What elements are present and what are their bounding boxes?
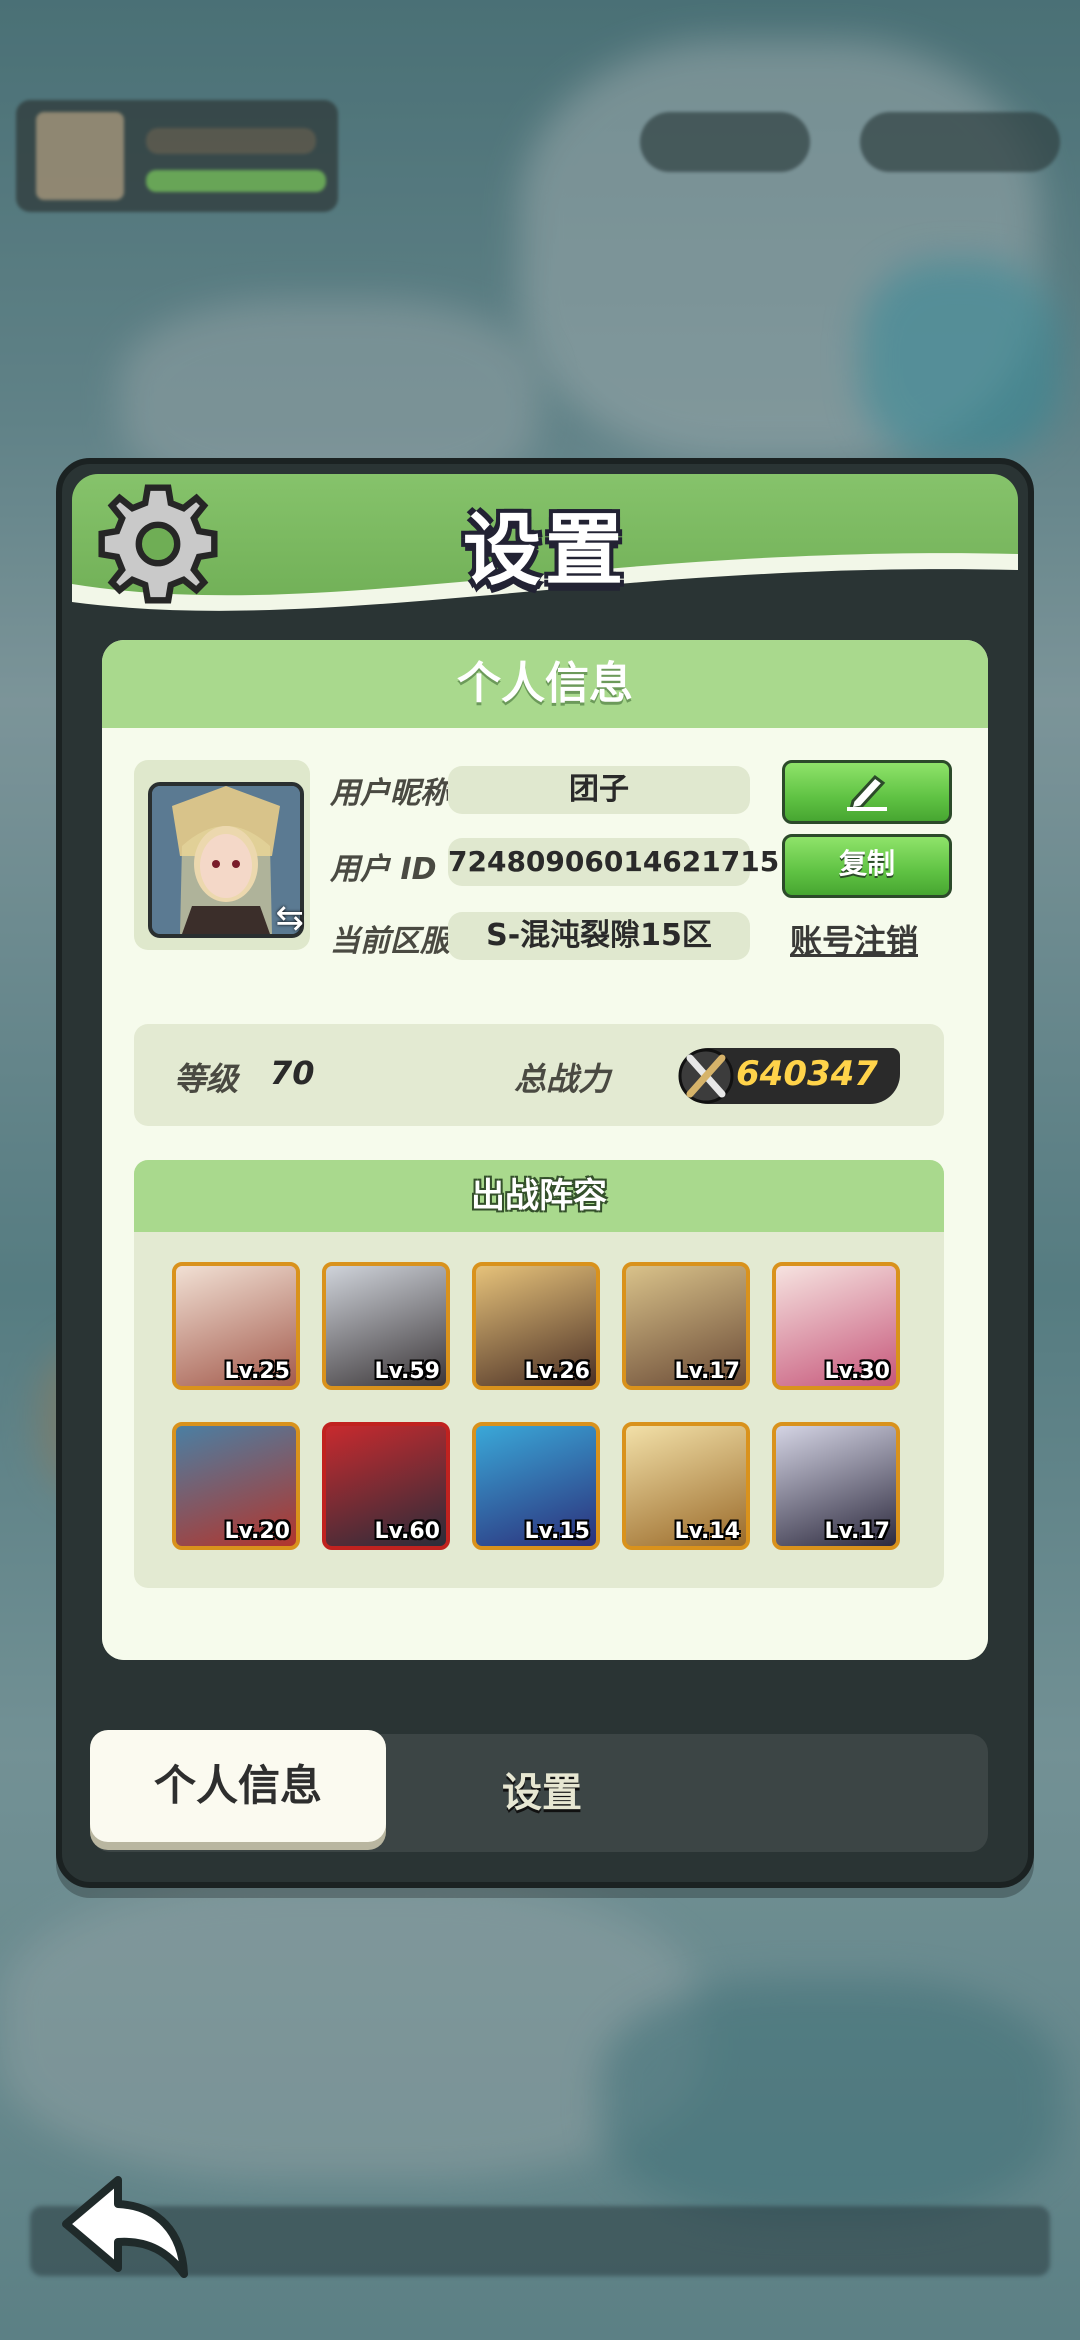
stats-row: 等级 70 总战力 640347 — [134, 1024, 944, 1126]
back-arrow-icon[interactable] — [58, 2172, 192, 2282]
edit-nickname-button[interactable] — [782, 760, 952, 824]
hero-level: Lv.17 — [674, 1359, 740, 1384]
server-field: S-混沌裂隙15区 — [448, 912, 750, 960]
personal-info-card: 个人信息 ⇆ 用户昵称 团子 用户 ID 72480906014621715 复… — [102, 640, 988, 1660]
hero-slot[interactable]: Lv.17 — [622, 1262, 750, 1390]
nickname-label: 用户昵称 — [330, 776, 450, 811]
level-value: 70 — [270, 1054, 315, 1092]
tab-personal-info[interactable]: 个人信息 — [90, 1730, 386, 1842]
hero-slot[interactable]: Lv.30 — [772, 1262, 900, 1390]
hero-slot[interactable]: Lv.26 — [472, 1262, 600, 1390]
lineup-title: 出战阵容 — [134, 1160, 944, 1232]
hero-level: Lv.20 — [224, 1519, 290, 1544]
hud-name-bar — [146, 128, 316, 154]
resource-gold — [860, 112, 1060, 172]
avatar-box: ⇆ — [134, 760, 310, 950]
hero-slot[interactable]: Lv.25 — [172, 1262, 300, 1390]
user-id-field: 72480906014621715 — [448, 838, 779, 886]
settings-panel: 设置 个人信息 ⇆ 用户昵称 团子 用户 ID 7248090601462171… — [56, 458, 1034, 1888]
hero-slot[interactable]: Lv.15 — [472, 1422, 600, 1550]
hero-level: Lv.30 — [824, 1359, 890, 1384]
hud-exp-bar — [146, 170, 326, 192]
user-id-label: 用户 ID — [330, 852, 437, 887]
deregister-account-link[interactable]: 账号注销 — [790, 916, 918, 962]
card-body: ⇆ 用户昵称 团子 用户 ID 72480906014621715 复制 当前区… — [102, 728, 988, 1660]
hero-slot[interactable]: Lv.60 — [322, 1422, 450, 1550]
copy-id-button[interactable]: 复制 — [782, 834, 952, 898]
hero-level: Lv.60 — [374, 1519, 440, 1544]
page-title: 设置 — [462, 506, 627, 596]
total-power-badge: 640347 — [678, 1048, 900, 1104]
resource-gem — [640, 112, 810, 172]
hero-level: Lv.25 — [224, 1359, 290, 1384]
hud-avatar — [36, 112, 124, 200]
player-hud — [16, 100, 338, 212]
hero-level: Lv.14 — [674, 1519, 740, 1544]
power-swords-icon — [678, 1048, 734, 1104]
power-value: 640347 — [736, 1054, 878, 1094]
edit-icon — [847, 774, 887, 811]
hero-slot[interactable]: Lv.17 — [772, 1422, 900, 1550]
hero-slot[interactable]: Lv.14 — [622, 1422, 750, 1550]
nickname-field: 团子 — [448, 766, 750, 814]
hero-slot[interactable]: Lv.59 — [322, 1262, 450, 1390]
level-label: 等级 — [174, 1060, 239, 1098]
tab-settings[interactable]: 设置 — [502, 1734, 582, 1852]
server-label: 当前区服 — [330, 924, 450, 959]
hero-slot[interactable]: Lv.20 — [172, 1422, 300, 1550]
power-label: 总战力 — [514, 1060, 611, 1098]
hero-level: Lv.59 — [374, 1359, 440, 1384]
hero-level: Lv.26 — [524, 1359, 590, 1384]
hero-level: Lv.17 — [824, 1519, 890, 1544]
hero-level: Lv.15 — [524, 1519, 590, 1544]
bottom-tabs: 个人信息 设置 — [90, 1730, 988, 1852]
panel-header: 设置 — [72, 474, 1018, 614]
battle-lineup: 出战阵容 Lv.25 Lv.59 Lv.26 Lv.17 Lv.30 Lv.20… — [134, 1160, 944, 1588]
card-title: 个人信息 — [102, 640, 988, 728]
swap-avatar-icon[interactable]: ⇆ — [276, 898, 305, 938]
